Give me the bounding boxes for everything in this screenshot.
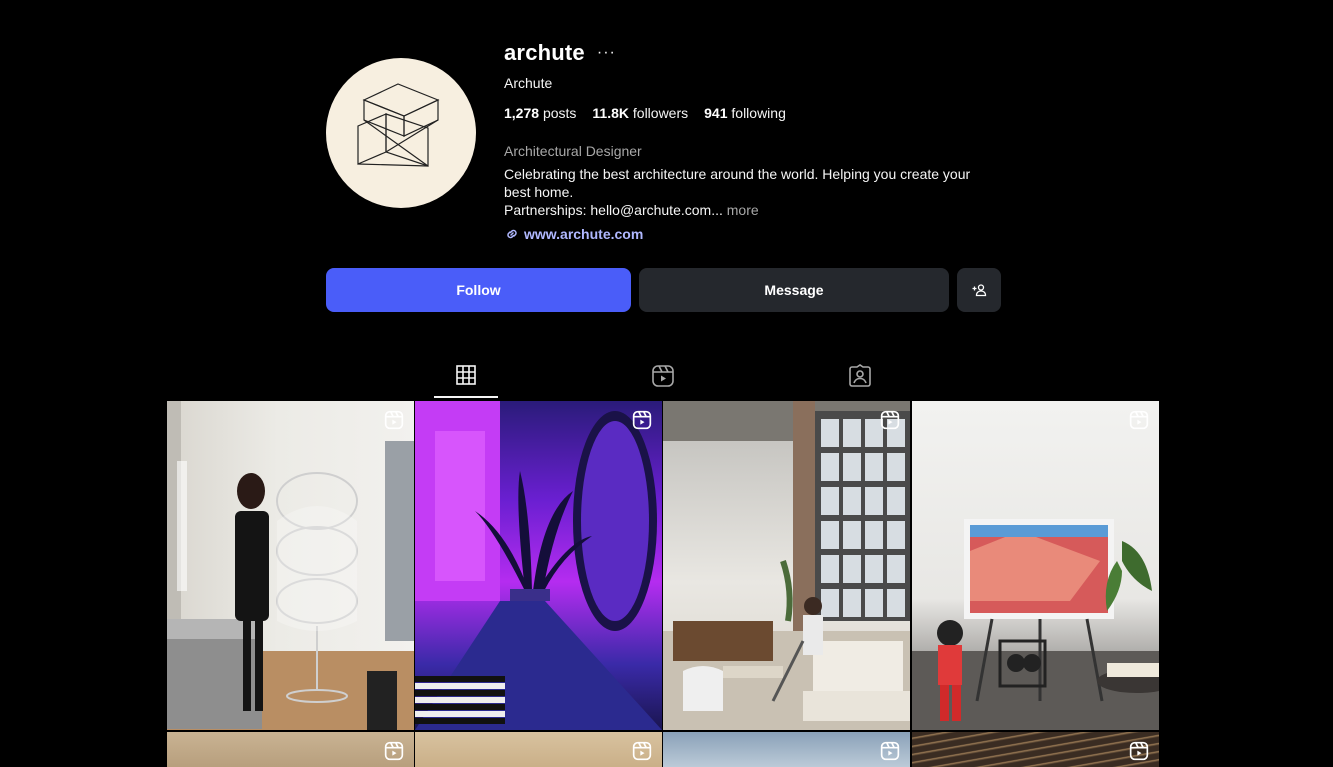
reel-badge-icon	[632, 410, 652, 430]
followers-stat[interactable]: 11.8K followers	[592, 105, 688, 121]
profile-category: Architectural Designer	[504, 143, 642, 159]
reel-badge-icon	[1129, 741, 1149, 761]
post-thumbnail-3	[663, 401, 910, 730]
website-link[interactable]: www.archute.com	[524, 226, 643, 242]
following-count: 941	[704, 105, 728, 121]
bio-line-1: Celebrating the best architecture around…	[504, 166, 971, 200]
reel-badge-icon	[632, 741, 652, 761]
bio-more-link[interactable]: more	[727, 202, 759, 218]
tagged-icon	[849, 364, 871, 387]
tab-posts[interactable]	[446, 364, 486, 400]
post-tile-1[interactable]	[167, 401, 414, 730]
username-row: archute ···	[504, 40, 616, 66]
profile-avatar[interactable]	[326, 58, 476, 208]
suggest-accounts-button[interactable]	[957, 268, 1001, 312]
reel-badge-icon	[880, 741, 900, 761]
following-stat[interactable]: 941 following	[704, 105, 786, 121]
reel-badge-icon	[1129, 410, 1149, 430]
archute-logo-icon	[357, 83, 440, 167]
post-thumbnail-2	[415, 401, 662, 730]
message-button[interactable]: Message	[639, 268, 949, 312]
ellipsis-icon[interactable]: ···	[597, 45, 616, 61]
bio-partnerships: Partnerships: hello@archute.com...	[504, 202, 723, 218]
link-icon	[507, 229, 517, 239]
add-person-icon	[972, 284, 987, 297]
posts-stat: 1,278 posts	[504, 105, 576, 121]
website-row: www.archute.com	[504, 226, 643, 242]
posts-label: posts	[542, 105, 577, 121]
post-tile-5[interactable]	[167, 732, 414, 767]
posts-grid	[167, 401, 1159, 767]
bio-line-2: Partnerships: hello@archute.com... more	[504, 201, 984, 219]
post-tile-3[interactable]	[663, 401, 910, 730]
reel-badge-icon	[384, 410, 404, 430]
posts-count: 1,278	[504, 105, 540, 121]
profile-stats: 1,278 posts 11.8K followers 941 followin…	[504, 105, 786, 121]
tab-tagged[interactable]	[840, 364, 880, 400]
post-tile-4[interactable]	[912, 401, 1159, 730]
post-tile-7[interactable]	[663, 732, 910, 767]
full-name: Archute	[504, 75, 553, 91]
post-tile-2[interactable]	[415, 401, 662, 730]
grid-icon	[456, 365, 476, 385]
post-tile-8[interactable]	[912, 732, 1159, 767]
followers-count: 11.8K	[592, 105, 629, 121]
following-label: following	[731, 105, 786, 121]
tab-reels[interactable]	[643, 364, 683, 400]
active-tab-indicator	[434, 396, 498, 398]
post-thumbnail-1	[167, 401, 414, 730]
followers-label: followers	[632, 105, 689, 121]
profile-bio: Celebrating the best architecture around…	[504, 165, 984, 219]
reel-badge-icon	[384, 741, 404, 761]
username: archute	[504, 40, 585, 65]
reels-icon	[652, 365, 674, 387]
post-tile-6[interactable]	[415, 732, 662, 767]
profile-page: archute ··· Archute 1,278 posts 11.8K fo…	[0, 0, 1333, 767]
post-thumbnail-4	[912, 519, 1159, 730]
reel-badge-icon	[880, 410, 900, 430]
follow-button[interactable]: Follow	[326, 268, 631, 312]
